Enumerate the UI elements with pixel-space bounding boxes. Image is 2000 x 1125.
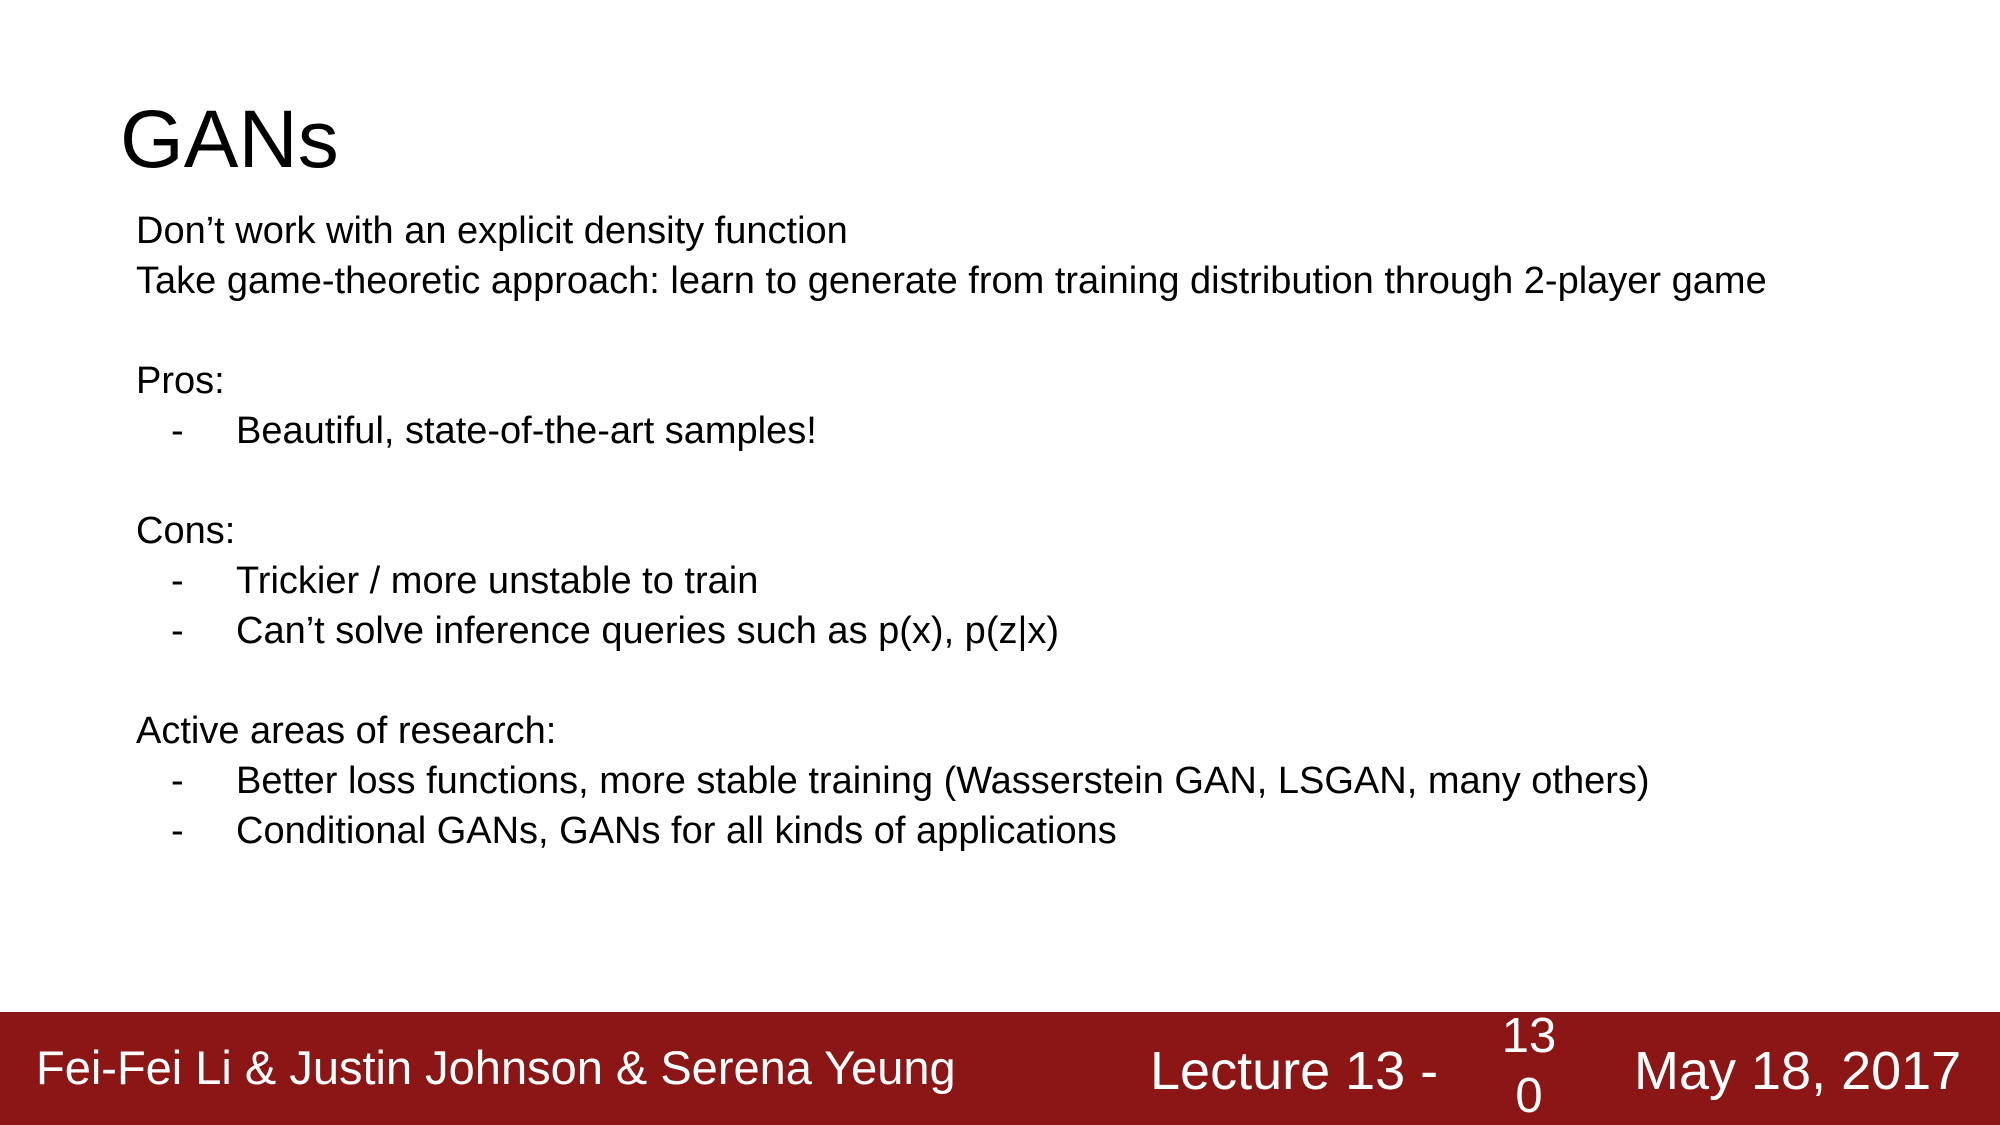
slide: GANs Don’t work with an explicit density… (0, 0, 2000, 1125)
slide-title: GANs (120, 94, 339, 185)
pros-heading: Pros: (136, 360, 225, 402)
cons-item: - Trickier / more unstable to train (136, 556, 1936, 606)
intro-line: Don’t work with an explicit density func… (136, 210, 848, 252)
bullet-dash: - (171, 410, 184, 452)
footer-date: May 18, 2017 (1634, 1041, 1962, 1101)
research-item-text: Conditional GANs, GANs for all kinds of … (236, 810, 1117, 852)
research-heading: Active areas of research: (136, 710, 557, 752)
research-item-text: Better loss functions, more stable train… (236, 760, 1650, 802)
bullet-dash: - (171, 760, 184, 802)
bullet-dash: - (171, 560, 184, 602)
cons-item-text: Trickier / more unstable to train (236, 560, 759, 602)
footer-lecture: Lecture 13 - (1150, 1041, 1439, 1101)
footer-page-number: 130 (1501, 1009, 1557, 1123)
cons-item-text: Can’t solve inference queries such as p(… (236, 610, 1059, 652)
cons-item: - Can’t solve inference queries such as … (136, 606, 1936, 656)
research-item: - Better loss functions, more stable tra… (136, 756, 1936, 806)
pros-item-text: Beautiful, state-of-the-art samples! (236, 410, 817, 452)
footer-authors: Fei-Fei Li & Justin Johnson & Serena Yeu… (36, 1041, 956, 1094)
bullet-dash: - (171, 610, 184, 652)
pros-item: - Beautiful, state-of-the-art samples! (136, 406, 1936, 456)
footer-bar: Fei-Fei Li & Justin Johnson & Serena Yeu… (0, 1009, 2000, 1125)
cons-heading: Cons: (136, 510, 236, 552)
intro-line: Take game-theoretic approach: learn to g… (136, 260, 1767, 302)
research-item: - Conditional GANs, GANs for all kinds o… (136, 806, 1936, 856)
slide-body: Don’t work with an explicit density func… (136, 206, 1936, 856)
bullet-dash: - (171, 810, 184, 852)
